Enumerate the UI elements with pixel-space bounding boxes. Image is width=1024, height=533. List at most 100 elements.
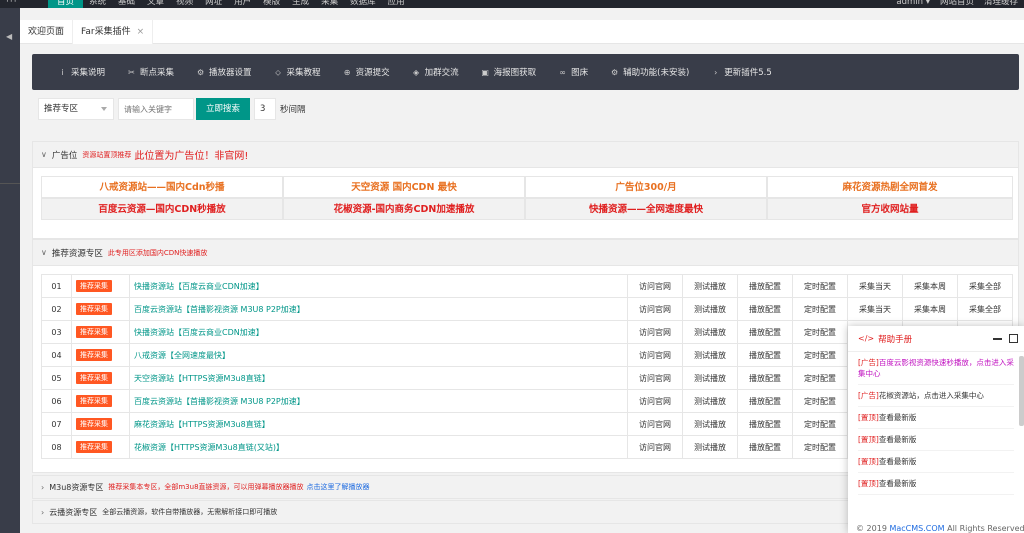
toolbar-item[interactable]: ⚙ 辅助功能(未安装) <box>610 66 689 79</box>
toolbar-item[interactable]: ⬦ 采集教程 <box>274 66 320 79</box>
ad-cell[interactable]: 八戒资源站——国内Cdn秒播 <box>41 176 283 198</box>
rec-panel-header[interactable]: ∨ 推荐资源专区 此专用区添加国内CDN快速播放 <box>32 239 1019 265</box>
top-menu-item[interactable]: 视频 <box>170 0 199 8</box>
help-list-item[interactable]: [广告]花椒资源站，点击进入采集中心 <box>858 385 1014 407</box>
row-action-link[interactable]: 播放配置 <box>737 343 793 367</box>
tab-far-plugin[interactable]: Far采集插件 × <box>73 20 154 45</box>
top-menu-item[interactable]: 应用 <box>382 0 411 8</box>
row-action-link[interactable]: 访问官网 <box>627 320 683 344</box>
resource-name-link[interactable]: 百度云资源站【首播影视资源 M3U8 P2P加速】 <box>129 389 628 413</box>
top-menu-item[interactable]: 基础 <box>112 0 141 8</box>
top-menu-item[interactable]: 首页 <box>48 0 84 8</box>
row-action-link[interactable]: 播放配置 <box>737 366 793 390</box>
top-menu-item[interactable]: 系统 <box>83 0 112 8</box>
row-action-link[interactable]: 测试播放 <box>682 412 738 436</box>
row-action-link[interactable]: 采集本周 <box>902 297 958 321</box>
row-action-link[interactable]: 定时配置 <box>792 274 848 298</box>
row-action-link[interactable]: 访问官网 <box>627 389 683 413</box>
row-action-link[interactable]: 访问官网 <box>627 343 683 367</box>
row-action-link[interactable]: 测试播放 <box>682 297 738 321</box>
ad-cell[interactable]: 麻花资源热剧全网首发 <box>767 176 1013 198</box>
toolbar-item[interactable]: ⊕ 资源提交 <box>343 66 390 79</box>
ad-cell[interactable]: 广告位300/月 <box>525 176 767 198</box>
ad-cell[interactable]: 官方收网站量 <box>767 198 1013 220</box>
top-menu-item[interactable]: 模版 <box>257 0 286 8</box>
top-menu-item[interactable]: 生成 <box>286 0 315 8</box>
player-info-link[interactable]: 点击这里了解播放器 <box>307 482 370 492</box>
row-action-link[interactable]: 测试播放 <box>682 366 738 390</box>
row-action-link[interactable]: 播放配置 <box>737 320 793 344</box>
footer-link[interactable]: MacCMS.COM <box>889 524 944 533</box>
resource-name-link[interactable]: 百度云资源站【首播影视资源 M3U8 P2P加速】 <box>129 297 628 321</box>
row-action-link[interactable]: 播放配置 <box>737 297 793 321</box>
zone-select[interactable]: 推荐专区 <box>38 98 114 120</box>
row-action-link[interactable]: 测试播放 <box>682 435 738 459</box>
ad-cell[interactable]: 花椒资源-国内商务CDN加速播放 <box>283 198 525 220</box>
keyword-input[interactable] <box>118 98 194 120</box>
row-action-link[interactable]: 播放配置 <box>737 274 793 298</box>
help-list-item[interactable]: [置顶]查看最新版 <box>858 407 1014 429</box>
toolbar-item[interactable]: ▣ 海报图获取 <box>481 66 536 79</box>
resource-name-link[interactable]: 花椒资源【HTTPS资源M3u8直链(又站)】 <box>129 435 628 459</box>
resource-name-link[interactable]: 快播资源站【百度云商业CDN加速】 <box>129 274 628 298</box>
toolbar-item[interactable]: › 更新插件5.5 <box>711 66 772 79</box>
row-action-link[interactable]: 访问官网 <box>627 412 683 436</box>
row-action-link[interactable]: 测试播放 <box>682 320 738 344</box>
ad-cell[interactable]: 天空资源 国内CDN 最快 <box>283 176 525 198</box>
row-action-link[interactable]: 采集本周 <box>902 274 958 298</box>
search-button[interactable]: 立即搜索 <box>196 98 251 120</box>
toolbar-item[interactable]: ∞ 图床 <box>558 66 588 79</box>
toolbar-item[interactable]: ◈ 加群交流 <box>412 66 459 79</box>
row-action-link[interactable]: 访问官网 <box>627 366 683 390</box>
row-action-link[interactable]: 采集全部 <box>957 274 1013 298</box>
site-home-link[interactable]: 网站首页 <box>940 0 974 8</box>
minimize-icon[interactable] <box>993 338 1002 340</box>
help-list-item[interactable]: [置顶]查看最新版 <box>858 451 1014 473</box>
row-action-link[interactable]: 采集当天 <box>847 297 903 321</box>
clear-cache-link[interactable]: 清理缓存 <box>984 0 1018 8</box>
top-menu-item[interactable]: 网址 <box>199 0 228 8</box>
row-action-link[interactable]: 播放配置 <box>737 389 793 413</box>
interval-input[interactable]: 3 <box>254 98 277 120</box>
row-action-link[interactable]: 定时配置 <box>792 435 848 459</box>
row-action-link[interactable]: 测试播放 <box>682 274 738 298</box>
resource-name-link[interactable]: 八戒资源【全网速度最快】 <box>129 343 628 367</box>
resource-name-link[interactable]: 快播资源站【百度云商业CDN加速】 <box>129 320 628 344</box>
ad-panel-header[interactable]: ∨ 广告位 资源站置顶推荐 此位置为广告位！非官网! <box>32 141 1019 167</box>
sidebar-toggle-icon[interactable]: ◀ <box>6 32 12 41</box>
resource-name-link[interactable]: 天空资源站【HTTPS资源M3u8直链】 <box>129 366 628 390</box>
row-action-link[interactable]: 定时配置 <box>792 389 848 413</box>
toolbar-item[interactable]: ⚙ 播放器设置 <box>196 66 252 79</box>
row-action-link[interactable]: 定时配置 <box>792 343 848 367</box>
maximize-icon[interactable] <box>1009 334 1018 343</box>
tab-welcome[interactable]: 欢迎页面 <box>20 20 74 44</box>
row-action-link[interactable]: 访问官网 <box>627 274 683 298</box>
row-action-link[interactable]: 测试播放 <box>682 343 738 367</box>
row-action-link[interactable]: 定时配置 <box>792 366 848 390</box>
row-action-link[interactable]: 播放配置 <box>737 435 793 459</box>
help-list-item[interactable]: [置顶]查看最新版 <box>858 429 1014 451</box>
row-action-link[interactable]: 测试播放 <box>682 389 738 413</box>
toolbar-item[interactable]: ✂ 断点采集 <box>127 66 174 79</box>
ad-cell[interactable]: 快播资源——全网速度最快 <box>525 198 767 220</box>
row-action-link[interactable]: 定时配置 <box>792 297 848 321</box>
user-menu[interactable]: admin ▾ <box>896 0 930 8</box>
ad-cell[interactable]: 百度云资源—国内CDN秒播放 <box>41 198 283 220</box>
row-action-link[interactable]: 访问官网 <box>627 297 683 321</box>
row-action-link[interactable]: 采集全部 <box>957 297 1013 321</box>
row-action-link[interactable]: 播放配置 <box>737 412 793 436</box>
row-action-link[interactable]: 定时配置 <box>792 320 848 344</box>
row-action-link[interactable]: 访问官网 <box>627 435 683 459</box>
tab-close-icon[interactable]: × <box>137 27 145 37</box>
menu-dots-icon[interactable]: ··· <box>6 0 18 7</box>
top-menu-item[interactable]: 用户 <box>228 0 257 8</box>
row-action-link[interactable]: 采集当天 <box>847 274 903 298</box>
top-menu-item[interactable]: 采集 <box>315 0 344 8</box>
top-menu-item[interactable]: 文章 <box>141 0 170 8</box>
resource-name-link[interactable]: 麻花资源站【HTTPS资源M3u8直链】 <box>129 412 628 436</box>
help-list-item[interactable]: [置顶]查看最新版 <box>858 473 1014 495</box>
help-list-item[interactable]: [广告]百度云影视资源快速秒播放，点击进入采集中心 <box>858 352 1014 385</box>
row-action-link[interactable]: 定时配置 <box>792 412 848 436</box>
toolbar-item[interactable]: i 采集说明 <box>58 66 105 79</box>
top-menu-item[interactable]: 数据库 <box>344 0 382 8</box>
